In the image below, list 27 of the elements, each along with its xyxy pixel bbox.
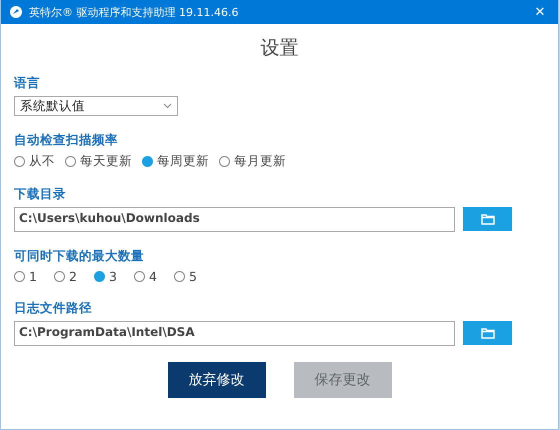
section-label: 可同时下载的最大数量 (14, 248, 145, 265)
radio-option[interactable]: 2 (54, 269, 84, 284)
radio-option[interactable]: 从不 (14, 153, 55, 170)
radio-option[interactable]: 每月更新 (219, 153, 286, 170)
chevron-icon (163, 103, 172, 109)
radio-option[interactable]: 每周更新 (142, 153, 209, 170)
browse-button[interactable] (463, 207, 512, 231)
radio-option[interactable]: 1 (14, 269, 44, 284)
settings-heading: 设置 (260, 36, 300, 61)
path-field[interactable]: C:\Users\kuhou\Downloads (14, 207, 455, 232)
radio-option[interactable]: 4 (134, 269, 164, 284)
section-label: 日志文件路径 (14, 300, 93, 317)
radio-option[interactable]: 3 (94, 269, 124, 284)
close-button[interactable]: ✕ (522, 0, 558, 24)
folder-icon (480, 214, 494, 224)
section-label: 下载目录 (14, 186, 67, 203)
path-field[interactable]: C:\ProgramData\Intel\DSA (14, 321, 455, 346)
language-dropdown[interactable]: 系统默认值 (14, 96, 178, 116)
radio-option[interactable]: 5 (174, 269, 204, 284)
browse-button[interactable] (463, 321, 512, 345)
section-label: 自动检查扫描频率 (14, 132, 119, 149)
folder-icon (480, 328, 494, 338)
radio-option[interactable]: 每天更新 (65, 153, 132, 170)
section-label: 语言 (14, 75, 41, 92)
window-title: 英特尔® 驱动程序和支持助理 19.11.46.6 (29, 4, 240, 20)
discard-button[interactable]: 放弃修改 (168, 362, 266, 398)
app-icon (9, 5, 23, 19)
